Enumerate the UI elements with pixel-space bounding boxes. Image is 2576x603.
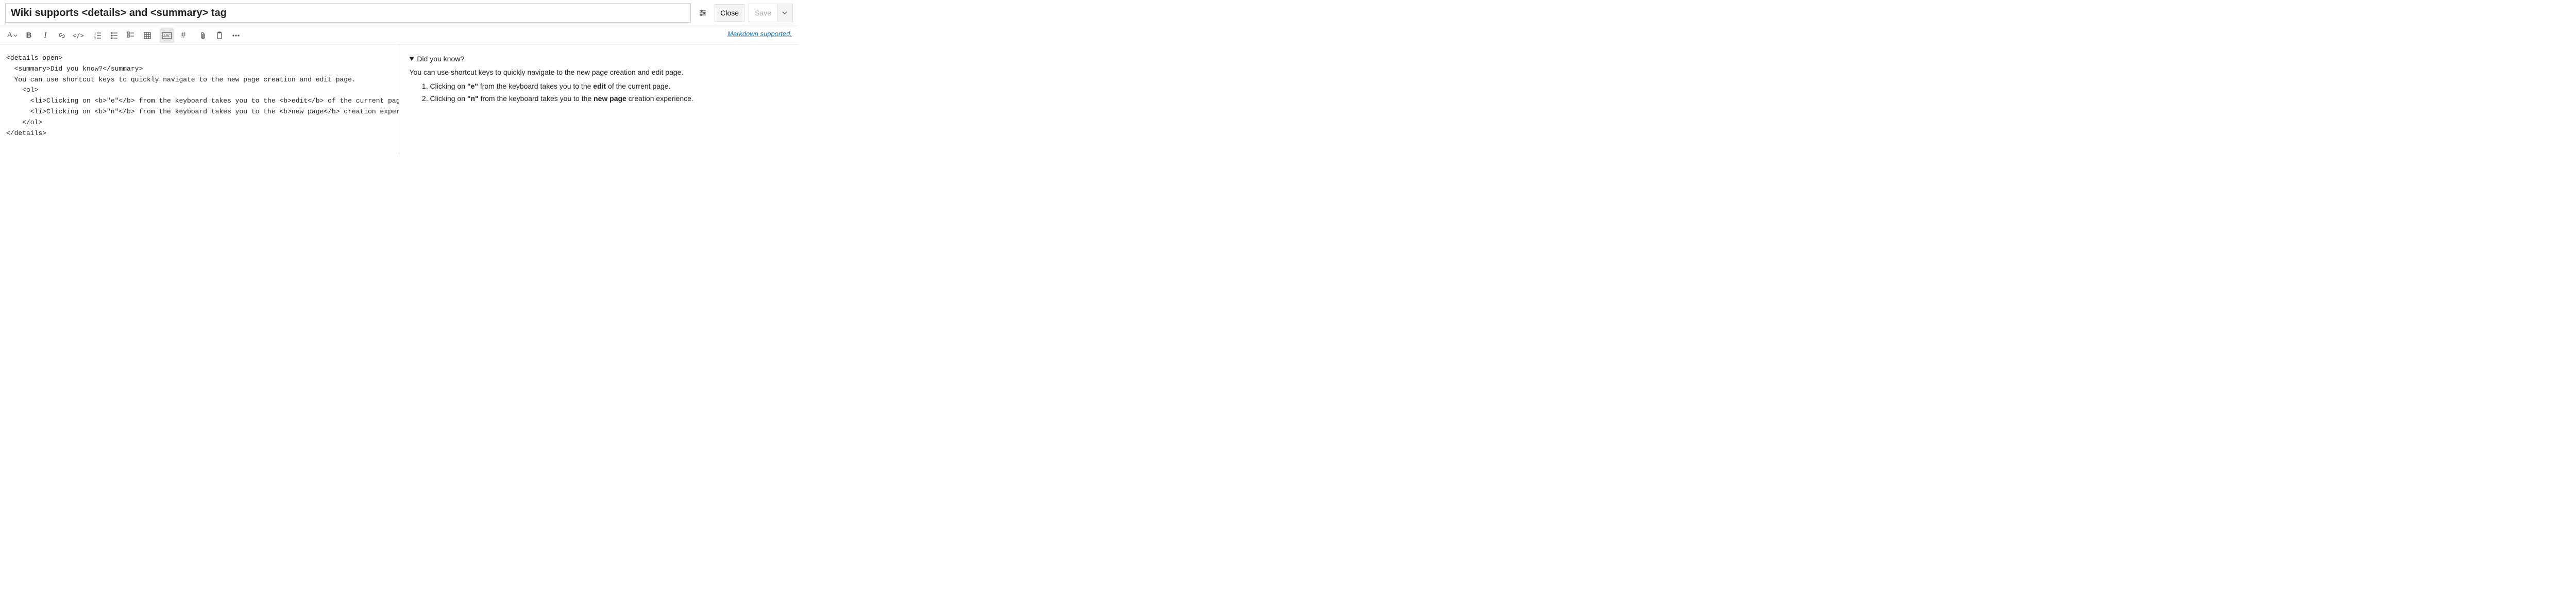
ellipsis-icon [232, 31, 240, 40]
hash-button[interactable]: # [176, 28, 191, 43]
adjust-icon-button[interactable] [695, 4, 710, 22]
paperclip-icon [199, 31, 207, 40]
abc-button[interactable]: ABC [160, 28, 174, 43]
ol-icon: 1 2 3 [94, 31, 102, 40]
preview-intro: You can use shortcut keys to quickly nav… [410, 66, 788, 78]
preview-summary[interactable]: Did you know? [410, 53, 788, 64]
ul-icon [110, 31, 118, 40]
list-item: Clicking on "e" from the keyboard takes … [430, 80, 788, 92]
italic-button[interactable]: I [38, 28, 53, 43]
source-editor[interactable]: <details open> <summary>Did you know?</s… [0, 45, 399, 154]
paste-button[interactable] [212, 28, 227, 43]
more-button[interactable] [229, 28, 243, 43]
save-group: Save [749, 4, 793, 22]
chevron-down-icon [782, 10, 787, 15]
checklist-icon [127, 31, 135, 40]
text-color-button[interactable]: A [5, 28, 20, 43]
save-dropdown[interactable] [777, 4, 792, 22]
toolbar: A B I </> 1 2 3 [0, 26, 798, 45]
svg-text:3: 3 [94, 37, 96, 40]
checklist-button[interactable] [124, 28, 138, 43]
markdown-supported-link[interactable]: Markdown supported. [727, 30, 792, 38]
preview-details[interactable]: Did you know? You can use shortcut keys … [410, 53, 788, 105]
preview-list: Clicking on "e" from the keyboard takes … [410, 80, 788, 105]
close-button[interactable]: Close [715, 4, 744, 22]
code-button[interactable]: </> [71, 28, 86, 43]
editor-area: <details open> <summary>Did you know?</s… [0, 45, 798, 154]
attach-button[interactable] [196, 28, 210, 43]
ordered-list-button[interactable]: 1 2 3 [91, 28, 105, 43]
table-button[interactable] [140, 28, 155, 43]
clipboard-icon [216, 31, 223, 40]
save-button[interactable]: Save [749, 4, 777, 22]
bold-button[interactable]: B [22, 28, 36, 43]
list-item: Clicking on "n" from the keyboard takes … [430, 93, 788, 104]
link-button[interactable] [55, 28, 69, 43]
page-title-input[interactable] [5, 3, 691, 23]
chevron-down-icon [13, 34, 18, 38]
svg-text:ABC: ABC [163, 35, 171, 38]
unordered-list-button[interactable] [107, 28, 122, 43]
preview-pane: Did you know? You can use shortcut keys … [399, 45, 799, 154]
abc-icon: ABC [162, 32, 172, 39]
header: Close Save [0, 0, 798, 26]
table-icon [143, 31, 151, 40]
link-icon [58, 31, 66, 40]
